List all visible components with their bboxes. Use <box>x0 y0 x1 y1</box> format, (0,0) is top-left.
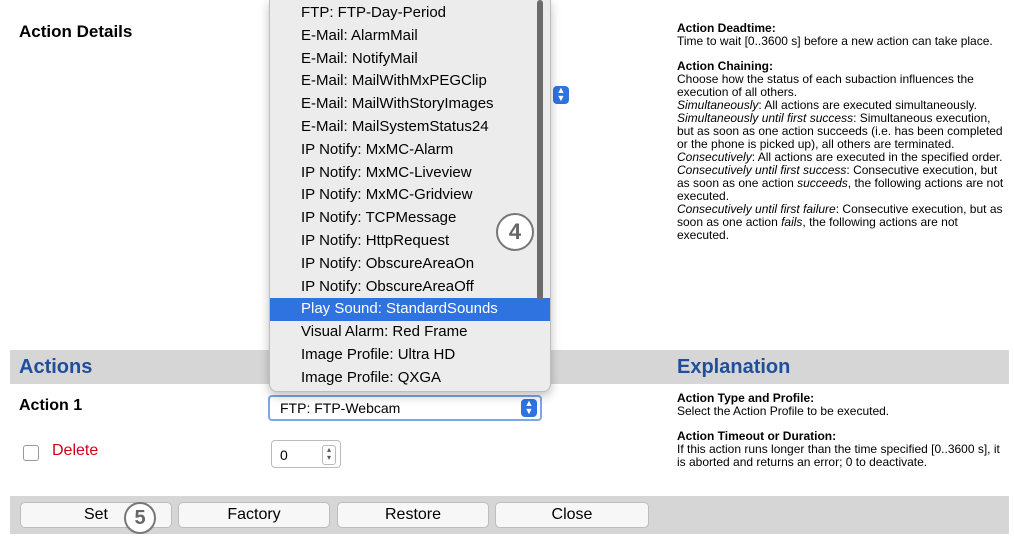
dropdown-item[interactable]: E-Mail: AlarmMail <box>270 25 550 48</box>
factory-button-label: Factory <box>227 506 281 523</box>
restore-button[interactable]: Restore <box>337 502 489 528</box>
dropdown-item[interactable]: Play Sound: StandardSounds <box>270 298 550 322</box>
timeout-value: 0 <box>280 447 288 463</box>
conssucc-term: Consecutively until first success <box>677 163 847 177</box>
callout-4: 4 <box>496 213 534 251</box>
consfail-term: Consecutively until first failure <box>677 202 836 216</box>
dropdown-scrollbar[interactable] <box>537 0 543 300</box>
consfail-em: fails <box>781 215 803 229</box>
deadtime-title: Action Deadtime <box>677 21 772 35</box>
stepper-arrows-icon[interactable]: ▴ ▾ <box>322 445 336 465</box>
sim-text: : All actions are executed simultaneousl… <box>758 98 977 112</box>
close-button[interactable]: Close <box>495 502 649 528</box>
dropdown-item[interactable]: IP Notify: ObscureAreaOn <box>270 253 550 276</box>
timeout-text: If this action runs longer than the time… <box>677 442 1000 469</box>
conssucc-em: succeeds <box>797 176 848 190</box>
timeout-stepper[interactable]: 0 ▴ ▾ <box>271 440 341 468</box>
sim-term: Simultaneously <box>677 98 759 112</box>
restore-button-label: Restore <box>384 506 442 523</box>
set-button-label: Set <box>83 506 108 523</box>
action-profile-value: FTP: FTP-Webcam <box>280 400 401 416</box>
dropdown-item[interactable]: FTP: FTP-Day-Period <box>270 2 550 25</box>
select-chevron-icon[interactable]: ▲ ▼ <box>553 86 569 104</box>
delete-label: Delete <box>52 442 99 459</box>
dropdown-list: FTP: FTP-Day-Period E-Mail: AlarmMail E-Ma… <box>270 0 550 390</box>
close-button-label: Close <box>551 506 593 523</box>
dropdown-item[interactable]: E-Mail: MailWithMxPEGClip <box>270 70 550 93</box>
chaining-title: Action Chaining <box>677 59 769 73</box>
action-profile-select[interactable]: FTP: FTP-Webcam ▲ ▼ <box>268 395 542 421</box>
timeout-title: Action Timeout or Duration <box>677 429 833 443</box>
explanation-top: Action Deadtime: Time to wait [0..3600 s… <box>677 22 1007 242</box>
cons-text: : All actions are executed in the specif… <box>751 150 1003 164</box>
dropdown-item[interactable]: Visual Alarm: Red Frame <box>270 321 550 344</box>
dropdown-item[interactable]: E-Mail: MailWithStoryImages <box>270 93 550 116</box>
actions-title: Actions <box>19 356 93 378</box>
dropdown-item[interactable]: E-Mail: NotifyMail <box>270 48 550 71</box>
action-details-title: Action Details <box>19 22 133 41</box>
type-text: Select the Action Profile to be executed… <box>677 404 890 418</box>
explanation-title: Explanation <box>677 356 791 378</box>
explanation-bottom: Action Type and Profile: Select the Acti… <box>677 392 1007 495</box>
factory-button[interactable]: Factory <box>178 502 330 528</box>
action1-label: Action 1 <box>19 397 83 414</box>
simsucc-term: Simultaneously until first success <box>677 111 854 125</box>
deadtime-text: Time to wait [0..3600 s] before a new ac… <box>677 34 993 48</box>
delete-checkbox[interactable] <box>23 445 39 461</box>
dropdown-item[interactable]: IP Notify: ObscureAreaOff <box>270 276 550 299</box>
dropdown-item[interactable]: Image Profile: Ultra HD <box>270 344 550 367</box>
dropdown-item[interactable]: E-Mail: MailSystemStatus24 <box>270 116 550 139</box>
dropdown-item[interactable]: IP Notify: MxMC-Alarm <box>270 139 550 162</box>
chevron-updown-icon: ▲ ▼ <box>521 399 537 417</box>
dropdown-item[interactable]: Image Profile: QXGA <box>270 367 550 390</box>
dropdown-item[interactable]: IP Notify: MxMC-Gridview <box>270 184 550 207</box>
dropdown-item[interactable]: IP Notify: MxMC-Liveview <box>270 162 550 185</box>
cons-term: Consecutively <box>677 150 752 164</box>
callout-5: 5 <box>124 502 156 534</box>
action-profile-dropdown[interactable]: FTP: FTP-Day-Period E-Mail: AlarmMail E-Ma… <box>269 0 551 392</box>
chaining-intro: Choose how the status of each subaction … <box>677 72 974 99</box>
